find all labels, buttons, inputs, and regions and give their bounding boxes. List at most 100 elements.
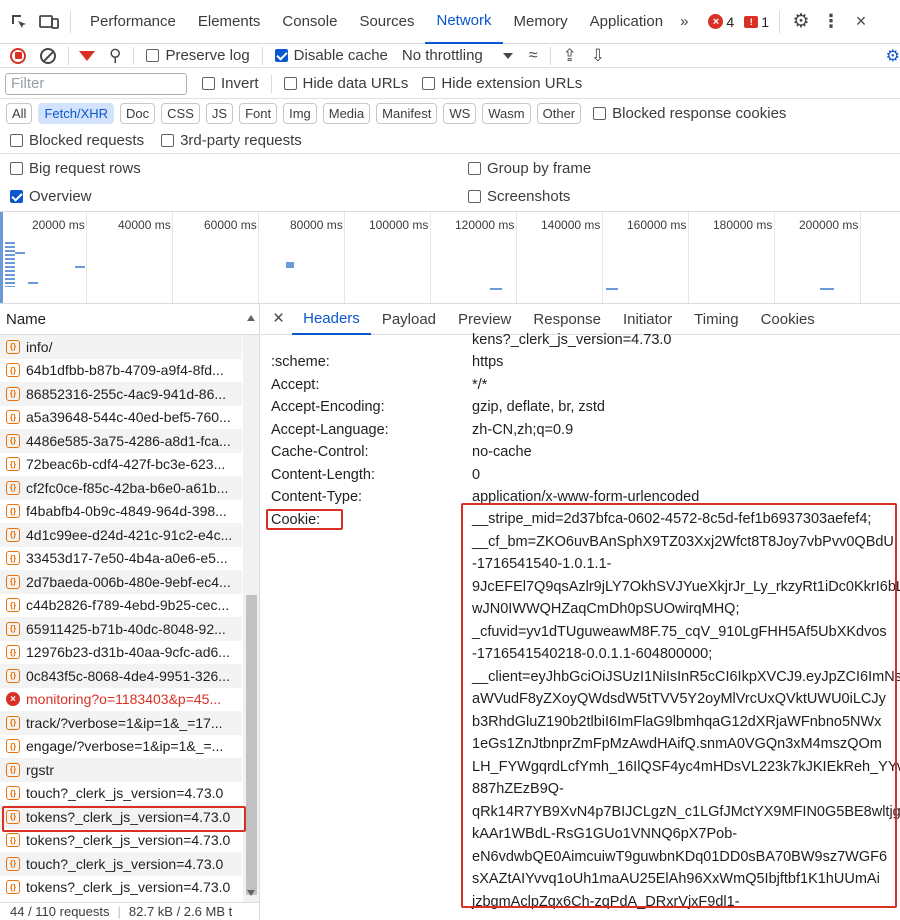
name-column-header[interactable]: Name [0,304,259,335]
tab-elements[interactable]: Elements [187,0,272,44]
header-name: Accept-Language: [271,421,389,438]
tab-sources[interactable]: Sources [348,0,425,44]
big-request-rows-checkbox[interactable]: Big request rows [10,160,141,177]
tab-performance[interactable]: Performance [79,0,187,44]
error-icon: × [708,14,724,29]
close-detail-icon[interactable]: × [273,308,284,330]
request-row[interactable]: × monitoring?o=1183403&p=45... [0,688,242,712]
request-row[interactable]: {} 4486e585-3a75-4286-a8d1-fca... [0,429,242,453]
request-row[interactable]: {} 72beac6b-cdf4-427f-bc3e-623... [0,453,242,477]
blocked-response-cookies-checkbox[interactable]: Blocked response cookies [593,105,786,122]
request-name: touch?_clerk_js_version=4.73.0 [26,785,224,802]
request-row[interactable]: {} touch?_clerk_js_version=4.73.0 [0,782,242,806]
device-toolbar-icon[interactable] [38,11,60,33]
request-url-partial: kens?_clerk_js_version=4.73.0 [472,332,672,348]
clear-icon[interactable] [40,47,56,64]
request-row[interactable]: {} touch?_clerk_js_version=4.73.0 [0,852,242,876]
request-row[interactable]: {} info/ [0,335,242,359]
errors-badge[interactable]: × 4 [708,14,734,30]
detail-tab-preview[interactable]: Preview [447,304,522,335]
chip-other[interactable]: Other [536,102,582,124]
detail-tab-cookies[interactable]: Cookies [750,304,826,335]
timeline-mark [490,288,502,290]
request-row[interactable]: {} 2d7baeda-006b-480e-9ebf-ec4... [0,570,242,594]
disable-cache-label: Disable cache [293,47,388,64]
xhr-request-icon: {} [6,339,20,354]
request-row[interactable]: {} track/?verbose=1&ip=1&_=17... [0,711,242,735]
chip-manifest[interactable]: Manifest [376,102,438,124]
chip-font[interactable]: Font [239,102,278,124]
network-settings-gear-icon[interactable]: ⚙ [886,46,900,66]
chip-css[interactable]: CSS [161,102,200,124]
detail-tab-response[interactable]: Response [522,304,612,335]
tab-console[interactable]: Console [271,0,348,44]
xhr-request-icon: {} [6,551,20,566]
tab-application[interactable]: Application [579,0,674,44]
import-har-icon[interactable]: ⇪ [563,46,577,66]
header-name: Content-Length: [271,466,375,483]
chip-js[interactable]: JS [205,102,234,124]
export-har-icon[interactable]: ⇩ [591,46,605,66]
tab-memory[interactable]: Memory [503,0,579,44]
hide-data-urls-checkbox[interactable]: Hide data URLs [283,75,408,92]
record-stop-icon[interactable] [10,47,26,64]
xhr-request-icon: {} [6,480,20,495]
more-options-icon[interactable]: ⋮ [820,11,842,33]
close-devtools-icon[interactable]: × [850,11,872,33]
chip-media[interactable]: Media [322,102,371,124]
group-by-frame-checkbox[interactable]: Group by frame [468,160,591,177]
blocked-requests-checkbox[interactable]: Blocked requests [10,132,144,149]
overview-checkbox[interactable]: Overview [10,188,92,205]
inspect-element-icon[interactable] [8,11,30,33]
request-row[interactable]: {} 64b1dfbb-b87b-4709-a9f4-8fd... [0,359,242,383]
request-row[interactable]: {} tokens?_clerk_js_version=4.73.0 [0,829,242,853]
detail-tab-payload[interactable]: Payload [371,304,447,335]
detail-tab-initiator[interactable]: Initiator [612,304,683,335]
throttling-select[interactable]: No throttling [402,47,513,64]
tab-network[interactable]: Network [425,0,503,44]
request-row[interactable]: {} 65911425-b71b-40dc-8048-92... [0,617,242,641]
timeline-overview[interactable]: 20000 ms 40000 ms 60000 ms 80000 ms 100000 m… [0,212,900,304]
timeline-gridline [602,212,603,303]
request-row[interactable]: {} a5a39648-544c-40ed-bef5-760... [0,406,242,430]
request-row[interactable]: {} 33453d17-7e50-4b4a-a0e6-e5... [0,547,242,571]
request-row[interactable]: {} tokens?_clerk_js_version=4.73.0 [0,876,242,900]
search-icon[interactable]: ⚲ [109,46,121,66]
filter-funnel-icon[interactable] [79,50,95,61]
hide-extension-urls-checkbox[interactable]: Hide extension URLs [422,75,582,92]
request-row[interactable]: {} 0c843f5c-8068-4de4-9951-326... [0,664,242,688]
third-party-requests-label: 3rd-party requests [180,131,302,149]
chip-wasm[interactable]: Wasm [482,102,531,124]
request-row[interactable]: {} cf2fc0ce-f85c-42ba-b6e0-a61b... [0,476,242,500]
timeline-selection-handle[interactable] [0,212,3,303]
chip-all[interactable]: All [6,102,33,124]
detail-tab-timing[interactable]: Timing [683,304,749,335]
detail-tab-headers[interactable]: Headers [292,304,371,335]
request-row[interactable]: {} 86852316-255c-4ac9-941d-86... [0,382,242,406]
warnings-badge[interactable]: ! 1 [744,14,769,30]
network-conditions-icon[interactable]: ≈ [529,47,538,65]
chip-ws[interactable]: WS [443,102,477,124]
errors-count: 4 [726,13,735,30]
preserve-log-checkbox[interactable]: Preserve log [146,47,250,64]
request-row[interactable]: {} c44b2826-f789-4ebd-9b25-cec... [0,594,242,618]
filter-input[interactable]: Filter [5,72,187,95]
chip-img[interactable]: Img [283,102,317,124]
request-row[interactable]: {} 4d1c99ee-d24d-421c-91c2-e4c... [0,523,242,547]
request-row[interactable]: {} rgstr [0,758,242,782]
chip-doc[interactable]: Doc [120,102,156,124]
chip-fetch-xhr[interactable]: Fetch/XHR [38,102,115,124]
scroll-down-arrow-icon[interactable] [247,890,255,896]
settings-gear-icon[interactable]: ⚙ [790,11,812,33]
disable-cache-checkbox[interactable]: Disable cache [274,47,388,64]
xhr-request-icon: {} [6,739,20,754]
screenshots-checkbox[interactable]: Screenshots [468,188,570,205]
third-party-requests-checkbox[interactable]: 3rd-party requests [161,132,302,149]
request-name: 12976b23-d31b-40aa-9cfc-ad6... [26,644,230,661]
more-tabs-button[interactable]: » [674,0,694,44]
invert-checkbox[interactable]: Invert [202,75,259,92]
request-row[interactable]: {} 12976b23-d31b-40aa-9cfc-ad6... [0,641,242,665]
request-row[interactable]: {} f4babfb4-0b9c-4849-964d-398... [0,500,242,524]
scrollbar-thumb[interactable] [246,595,257,895]
request-row[interactable]: {} engage/?verbose=1&ip=1&_=... [0,735,242,759]
